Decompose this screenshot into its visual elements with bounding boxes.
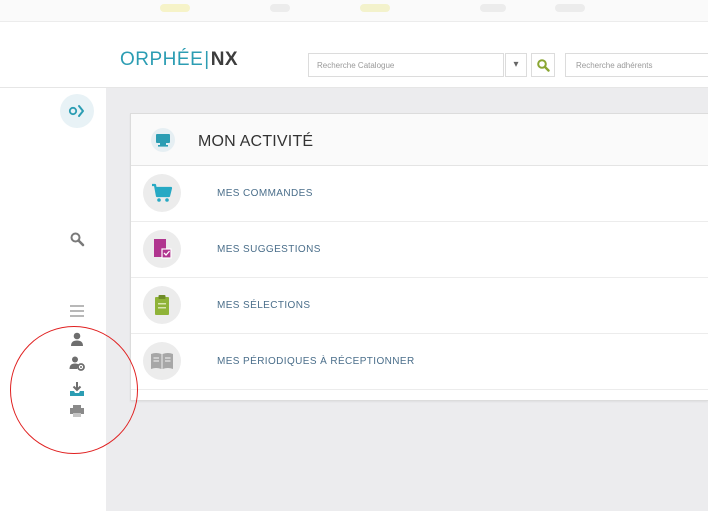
main-content: MON ACTIVITÉ MES COMMANDES MES SUGGESTIO… — [106, 88, 708, 511]
catalog-search-button[interactable] — [531, 53, 555, 77]
sidebar-search-button[interactable] — [66, 228, 88, 250]
logo-text-secondary: NX — [210, 49, 239, 70]
toolbar-item[interactable] — [270, 4, 290, 12]
activity-item-label[interactable]: MES COMMANDES — [217, 188, 313, 199]
sidebar-toggle-button[interactable] — [60, 94, 94, 128]
activity-item-orders[interactable]: MES COMMANDES — [131, 166, 708, 222]
activity-title: MON ACTIVITÉ — [198, 133, 314, 150]
search-icon — [70, 232, 85, 247]
sidebar-list-button[interactable] — [66, 300, 88, 322]
activity-card: MON ACTIVITÉ MES COMMANDES MES SUGGESTIO… — [130, 113, 708, 401]
catalog-search-input[interactable]: Recherche Catalogue — [308, 53, 504, 77]
suggestion-book-icon — [154, 239, 172, 259]
activity-card-header: MON ACTIVITÉ — [131, 114, 708, 166]
logo-text-primary: ORPHÉE — [120, 49, 204, 70]
activity-item-label[interactable]: MES SUGGESTIONS — [217, 244, 321, 255]
activity-item-selections[interactable]: MES SÉLECTIONS — [131, 278, 708, 334]
top-toolbar-strip — [0, 0, 708, 22]
header: ORPHÉE|NX Recherche Catalogue ▾ Recherch… — [0, 22, 708, 88]
activity-item-suggestions[interactable]: MES SUGGESTIONS — [131, 222, 708, 278]
activity-item-icon-wrap — [143, 230, 181, 268]
list-icon — [70, 305, 84, 317]
clipboard-icon — [155, 295, 169, 315]
activity-item-icon-wrap — [143, 286, 181, 324]
toolbar-item[interactable] — [555, 4, 585, 12]
toolbar-item[interactable] — [360, 4, 390, 12]
activity-item-label[interactable]: MES PÉRIODIQUES À RÉCEPTIONNER — [217, 356, 415, 367]
search-icon — [537, 59, 550, 72]
open-book-icon — [151, 353, 173, 369]
toolbar-item[interactable] — [160, 4, 190, 12]
activity-item-icon-wrap — [143, 342, 181, 380]
cart-icon — [152, 183, 173, 202]
app-window: ORPHÉE|NX Recherche Catalogue ▾ Recherch… — [0, 0, 708, 511]
catalog-search-dropdown[interactable]: ▾ — [505, 53, 527, 77]
toggle-panel-icon — [68, 105, 84, 117]
activity-item-periodicals[interactable]: MES PÉRIODIQUES À RÉCEPTIONNER — [131, 334, 708, 390]
members-search-input[interactable]: Recherche adhérents — [565, 53, 708, 77]
monitor-icon — [151, 128, 175, 152]
toolbar-item[interactable] — [480, 4, 506, 12]
app-logo[interactable]: ORPHÉE|NX — [120, 49, 238, 71]
activity-item-label[interactable]: MES SÉLECTIONS — [217, 300, 310, 311]
logo-separator: | — [204, 49, 210, 70]
annotation-circle — [10, 326, 138, 454]
activity-item-icon-wrap — [143, 174, 181, 212]
